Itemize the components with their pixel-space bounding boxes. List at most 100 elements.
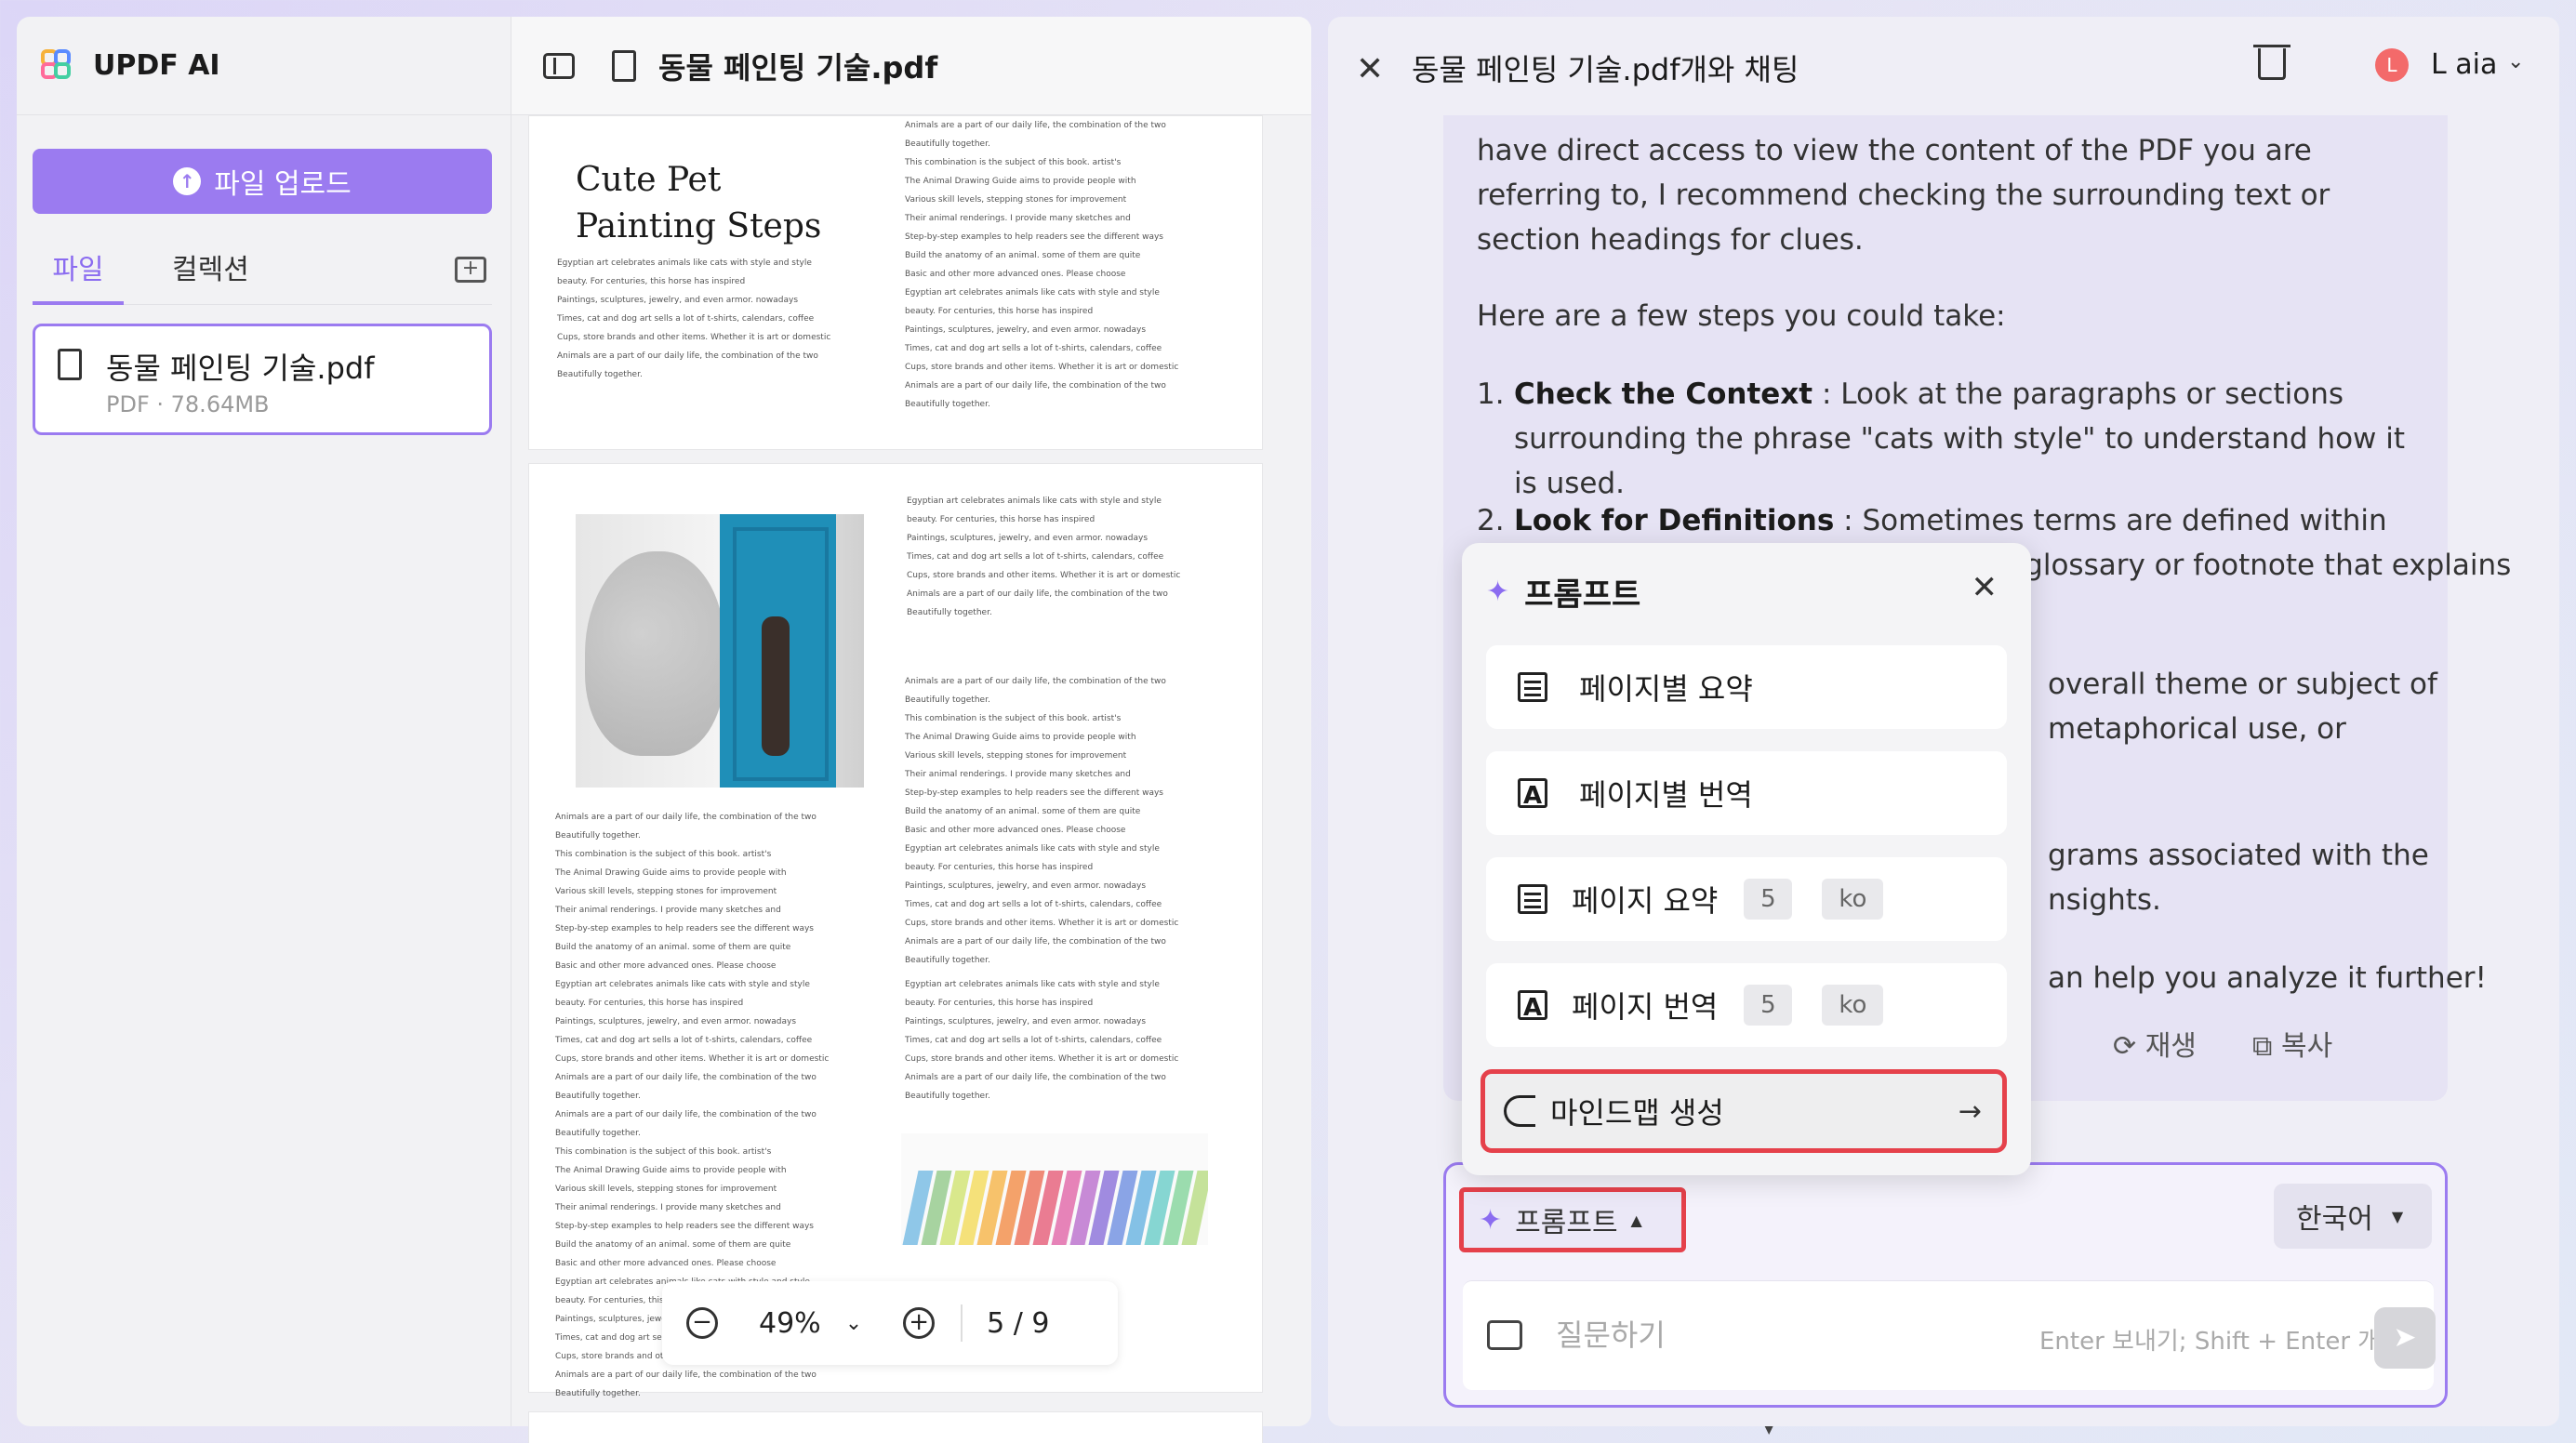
prompt-item-translate-pages[interactable]: A 페이지 번역 5 ko (1486, 963, 2007, 1047)
trash-icon[interactable] (2253, 45, 2291, 80)
elephant-door-image (576, 514, 864, 788)
regenerate-button[interactable]: ⟳ 재생 (2113, 1023, 2197, 1064)
upload-arrow-icon: ↑ (173, 167, 202, 195)
translate-icon: A (1518, 778, 1547, 810)
list-icon (1518, 884, 1547, 914)
tab-files[interactable]: 파일 (33, 247, 124, 305)
close-icon[interactable]: ✕ (1972, 569, 1998, 606)
refresh-icon: ⟳ (2113, 1030, 2145, 1063)
language-select[interactable]: 한국어 ▼ (2274, 1184, 2432, 1249)
file-list-item[interactable]: 동물 페인팅 기술.pdf PDF · 78.64MB (33, 324, 492, 435)
document-icon (612, 49, 636, 82)
message-fragment: overall theme or subject of (2048, 668, 2437, 701)
prompt-item-label: 페이지별 번역 (1579, 777, 1753, 813)
prompt-item-label: 마인드맵 생성 (1550, 1095, 1724, 1131)
zoom-toolbar: − 49% ⌄ + 5 / 9 (662, 1281, 1118, 1365)
toggle-sidebar-icon[interactable] (543, 52, 575, 79)
chevron-down-icon[interactable]: ⌄ (845, 1312, 862, 1335)
tab-collections[interactable]: 컬렉션 (172, 247, 249, 305)
step-number: 2. (1477, 504, 1505, 537)
sidebar-header: UPDF AI (17, 17, 511, 115)
viewer-header: 동물 페인팅 기술.pdf (511, 17, 1311, 115)
prompt-item-mindmap[interactable]: 마인드맵 생성 → (1481, 1069, 2007, 1153)
message-step: Check the Context : Look at the paragrap… (1514, 372, 2435, 506)
chat-header: ✕ 동물 페인팅 기술.pdf개와 채팅 L L aia ⌄ (1328, 17, 2559, 115)
copy-icon: ⧉ (2252, 1030, 2281, 1063)
prompt-item-label: 페이지 요약 (1572, 883, 1719, 919)
upload-file-button[interactable]: ↑ 파일 업로드 (33, 149, 492, 214)
zoom-out-icon[interactable]: − (686, 1307, 718, 1339)
arrow-right-icon: → (1958, 1094, 1982, 1128)
language-badge[interactable]: ko (1822, 879, 1884, 920)
question-row: Enter 보내기; Shift + Enter 개행 ➤ (1463, 1280, 2436, 1390)
step-title: Look for Definitions (1514, 504, 1835, 537)
avatar[interactable]: L (2375, 48, 2409, 82)
caret-up-icon: ▲ (1630, 1211, 1642, 1229)
prompt-item-page-summary[interactable]: 페이지별 요약 (1486, 645, 2007, 729)
page-count-badge[interactable]: 5 (1744, 985, 1793, 1026)
pdf-page: Egyptian art celebrates animals like cat… (528, 463, 1263, 1398)
user-name[interactable]: L aia (2431, 48, 2497, 81)
page-text: Animals are a part of our daily life, th… (905, 121, 1179, 409)
prompt-button[interactable]: ✦ 프롬프트 ▲ (1459, 1187, 1686, 1252)
regenerate-label: 재생 (2144, 1030, 2197, 1063)
sparkle-icon: ✦ (1486, 576, 1510, 608)
divider (961, 1304, 963, 1342)
pdf-page (528, 1411, 1263, 1443)
question-input[interactable] (1556, 1313, 2039, 1357)
copy-label: 복사 (2280, 1030, 2333, 1063)
message-fragment: grams associated with the (2048, 839, 2429, 872)
message-paragraph: have direct access to view the content o… (1477, 134, 2330, 257)
chevron-down-icon[interactable]: ⌄ (2507, 50, 2524, 73)
language-badge[interactable]: ko (1822, 985, 1884, 1026)
message-fragment: metaphorical use, or (2048, 712, 2346, 746)
keyboard-hint: Enter 보내기; Shift + Enter 개행 (2039, 1328, 2403, 1356)
caret-down-icon: ▼ (2391, 1207, 2404, 1225)
app-name: UPDF AI (93, 49, 220, 82)
document-title: 동물 페인팅 기술.pdf (658, 49, 938, 86)
message-fragment: an help you analyze it further! (2048, 961, 2487, 995)
send-button[interactable]: ➤ (2374, 1307, 2436, 1369)
page-indicator[interactable]: 5 / 9 (987, 1307, 1049, 1340)
file-meta: PDF · 78.64MB (106, 391, 270, 417)
popup-header: ✦ 프롬프트 (1486, 569, 1640, 615)
pdf-page: Cute Pet Painting Steps Egyptian art cel… (528, 115, 1263, 450)
updf-logo-icon (41, 48, 74, 83)
page-count-badge[interactable]: 5 (1744, 879, 1793, 920)
page-text: Egyptian art celebrates animals like cat… (905, 980, 1179, 1101)
step-title: Check the Context (1514, 377, 1813, 411)
chat-title: 동물 페인팅 기술.pdf개와 채팅 (1412, 52, 1799, 87)
chat-input-box: ✦ 프롬프트 ▲ 한국어 ▼ Enter 보내기; Shift + Enter … (1443, 1162, 2448, 1408)
document-icon (58, 349, 82, 380)
close-icon[interactable]: ✕ (1356, 50, 1384, 88)
translate-icon: A (1518, 990, 1547, 1022)
image-icon[interactable] (1487, 1320, 1522, 1350)
colored-pencils-image (901, 1133, 1208, 1245)
popup-title: 프롬프트 (1524, 576, 1641, 614)
zoom-level[interactable]: 49% (759, 1307, 821, 1340)
prompt-label: 프롬프트 (1515, 1207, 1618, 1239)
sidebar-tabs: 파일 컬렉션 + (33, 247, 492, 305)
message-fragment: nsights. (2048, 883, 2161, 917)
page-heading: Cute Pet Painting Steps (576, 161, 822, 245)
page-text: Egyptian art celebrates animals like cat… (907, 496, 1181, 617)
sparkle-icon: ✦ (1479, 1203, 1503, 1237)
prompt-popup: ✦ 프롬프트 ✕ 페이지별 요약 A 페이지별 번역 페이지 요약 5 ko A… (1462, 543, 2031, 1175)
message-paragraph: Here are a few steps you could take: (1477, 299, 2006, 333)
zoom-in-icon[interactable]: + (903, 1307, 936, 1339)
prompt-item-label: 페이지 번역 (1572, 989, 1719, 1025)
upload-file-label: 파일 업로드 (214, 168, 352, 201)
copy-button[interactable]: ⧉ 복사 (2252, 1023, 2332, 1064)
step-number: 1. (1477, 377, 1505, 411)
prompt-item-page-translate[interactable]: A 페이지별 번역 (1486, 751, 2007, 835)
list-icon (1518, 672, 1547, 702)
add-folder-icon[interactable]: + (455, 257, 486, 283)
page-text: Animals are a part of our daily life, th… (555, 813, 830, 1101)
page-text: Egyptian art celebrates animals like cat… (557, 258, 831, 379)
prompt-item-summarize-pages[interactable]: 페이지 요약 5 ko (1486, 857, 2007, 941)
page-text: Animals are a part of our daily life, th… (905, 677, 1179, 965)
prompt-item-label: 페이지별 요약 (1579, 671, 1753, 707)
file-name: 동물 페인팅 기술.pdf (106, 351, 375, 386)
sidebar: UPDF AI ↑ 파일 업로드 파일 컬렉션 + 동물 페인팅 기술.pdf … (17, 17, 511, 1426)
pdf-viewer: 동물 페인팅 기술.pdf Cute Pet Painting Steps Eg… (511, 17, 1774, 1443)
